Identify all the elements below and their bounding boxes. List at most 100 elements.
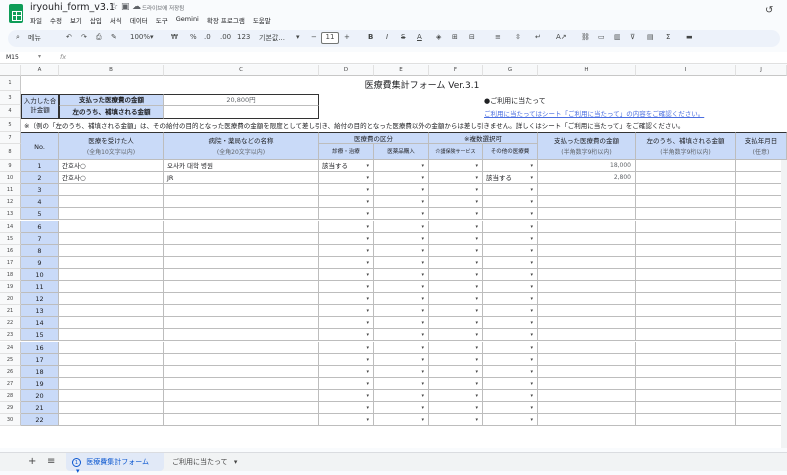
chevron-down-icon[interactable]: ▾ xyxy=(38,53,41,60)
sheet-tab-active[interactable]: 1 医療費集計フォーム ▾ xyxy=(66,453,164,475)
search-icon[interactable]: ⌕ xyxy=(16,33,20,42)
cell-paid[interactable] xyxy=(538,341,636,354)
percent-button[interactable]: % xyxy=(190,33,197,41)
chevron-down-icon[interactable]: ▾ xyxy=(366,329,369,340)
history-icon[interactable]: ↺ xyxy=(765,5,773,16)
cell-cat3[interactable]: ▾ xyxy=(429,353,483,366)
cell-person[interactable] xyxy=(59,268,164,281)
chevron-down-icon[interactable]: ▾ xyxy=(475,257,478,268)
row-header[interactable]: 14 xyxy=(0,220,21,233)
cell-cat4[interactable]: ▾ xyxy=(483,305,538,318)
cell-cat2[interactable]: ▾ xyxy=(374,353,429,366)
paint-format-icon[interactable]: ✎ xyxy=(111,33,117,41)
cell-hospital[interactable] xyxy=(164,220,319,233)
cell-covered[interactable] xyxy=(636,365,736,378)
menu-tools[interactable]: 도구 xyxy=(156,15,168,25)
chevron-down-icon[interactable]: ▾ xyxy=(475,378,478,389)
cell-no[interactable]: 10 xyxy=(21,268,59,281)
cell-cat1[interactable]: ▾ xyxy=(319,281,374,294)
chevron-down-icon[interactable]: ▾ xyxy=(366,305,369,316)
merge-cells-icon[interactable]: ⊟ xyxy=(469,33,475,41)
cell-cat3[interactable]: ▾ xyxy=(429,208,483,221)
cell-date[interactable] xyxy=(736,293,787,306)
cell-date[interactable] xyxy=(736,196,787,209)
sheet-tab-2[interactable]: ご利用に当たって ▾ xyxy=(172,457,237,467)
cell-person[interactable] xyxy=(59,196,164,209)
cell-no[interactable]: 15 xyxy=(21,329,59,342)
column-header-i[interactable]: I xyxy=(636,65,736,76)
row-header[interactable]: 21 xyxy=(0,305,21,318)
chevron-down-icon[interactable]: ▾ xyxy=(421,305,424,316)
cell-cat2[interactable]: ▾ xyxy=(374,317,429,330)
chevron-down-icon[interactable]: ▾ xyxy=(366,402,369,413)
chevron-down-icon[interactable]: ▾ xyxy=(530,342,533,353)
cell-cat2[interactable]: ▾ xyxy=(374,402,429,415)
menu-view[interactable]: 보기 xyxy=(70,15,82,25)
cell-cat1[interactable]: ▾ xyxy=(319,220,374,233)
document-name[interactable]: iryouhi_form_v3.1 xyxy=(30,2,115,13)
cell-cat4[interactable]: ▾ xyxy=(483,268,538,281)
cell-date[interactable] xyxy=(736,184,787,197)
chevron-down-icon[interactable]: ▾ xyxy=(366,390,369,401)
row-header[interactable]: 25 xyxy=(0,353,21,366)
chevron-down-icon[interactable]: ▾ xyxy=(366,414,369,425)
cell-no[interactable]: 8 xyxy=(21,244,59,257)
cell-cat4[interactable]: 該当する ▾ xyxy=(483,172,538,185)
cell-no[interactable]: 7 xyxy=(21,232,59,245)
cell-hospital[interactable] xyxy=(164,208,319,221)
cell-date[interactable] xyxy=(736,172,787,185)
chevron-down-icon[interactable]: ▾ xyxy=(530,208,533,219)
chevron-down-icon[interactable]: ▾ xyxy=(366,342,369,353)
cell-person[interactable] xyxy=(59,293,164,306)
cell-person[interactable] xyxy=(59,389,164,402)
cell-covered[interactable] xyxy=(636,281,736,294)
cell-hospital[interactable] xyxy=(164,268,319,281)
cell-no[interactable]: 3 xyxy=(21,184,59,197)
cell-person[interactable] xyxy=(59,232,164,245)
cell-date[interactable] xyxy=(736,244,787,257)
cell-hospital[interactable] xyxy=(164,377,319,390)
cell-cat2[interactable]: ▾ xyxy=(374,196,429,209)
cell-covered[interactable] xyxy=(636,329,736,342)
sheets-logo-icon[interactable] xyxy=(9,4,23,23)
chevron-down-icon[interactable]: ▾ xyxy=(366,366,369,377)
column-header-g[interactable]: G xyxy=(483,65,538,76)
cell-hospital[interactable] xyxy=(164,402,319,415)
cell-date[interactable] xyxy=(736,402,787,415)
row-header[interactable]: 9 xyxy=(0,160,21,173)
cell-cat1[interactable]: ▾ xyxy=(319,172,374,185)
cell-paid[interactable] xyxy=(538,196,636,209)
chevron-down-icon[interactable]: ▾ xyxy=(530,172,533,183)
chevron-down-icon[interactable]: ▾ xyxy=(421,366,424,377)
cell-cat3[interactable]: ▾ xyxy=(429,414,483,427)
column-header-b[interactable]: B xyxy=(59,65,164,76)
cell-paid[interactable] xyxy=(538,377,636,390)
chevron-down-icon[interactable]: ▾ xyxy=(421,208,424,219)
cell-person[interactable] xyxy=(59,353,164,366)
cell-date[interactable] xyxy=(736,353,787,366)
column-header-d[interactable]: D xyxy=(319,65,374,76)
cell-person[interactable] xyxy=(59,365,164,378)
cell-cat4[interactable]: ▾ xyxy=(483,414,538,427)
cell-no[interactable]: 12 xyxy=(21,293,59,306)
cell-hospital[interactable] xyxy=(164,353,319,366)
row-header[interactable]: 24 xyxy=(0,341,21,354)
cell-cat3[interactable]: ▾ xyxy=(429,329,483,342)
chevron-down-icon[interactable]: ▾ xyxy=(530,160,533,171)
row-header[interactable]: 26 xyxy=(0,365,21,378)
cell-paid[interactable] xyxy=(538,232,636,245)
cell-cat4[interactable]: ▾ xyxy=(483,220,538,233)
chevron-down-icon[interactable]: ▾ xyxy=(530,293,533,304)
row-header[interactable]: 27 xyxy=(0,377,21,390)
menu-extensions[interactable]: 확장 프로그램 xyxy=(207,15,245,25)
cell-cat3[interactable]: ▾ xyxy=(429,377,483,390)
cell-cat2[interactable]: ▾ xyxy=(374,414,429,427)
row-header[interactable]: 16 xyxy=(0,244,21,257)
cell-cat2[interactable]: ▾ xyxy=(374,293,429,306)
chevron-down-icon[interactable]: ▾ xyxy=(475,414,478,425)
cell-date[interactable] xyxy=(736,305,787,318)
chevron-down-icon[interactable]: ▾ xyxy=(421,184,424,195)
cell-hospital[interactable] xyxy=(164,184,319,197)
cell-cat3[interactable]: ▾ xyxy=(429,196,483,209)
cell-no[interactable]: 2 xyxy=(21,172,59,185)
